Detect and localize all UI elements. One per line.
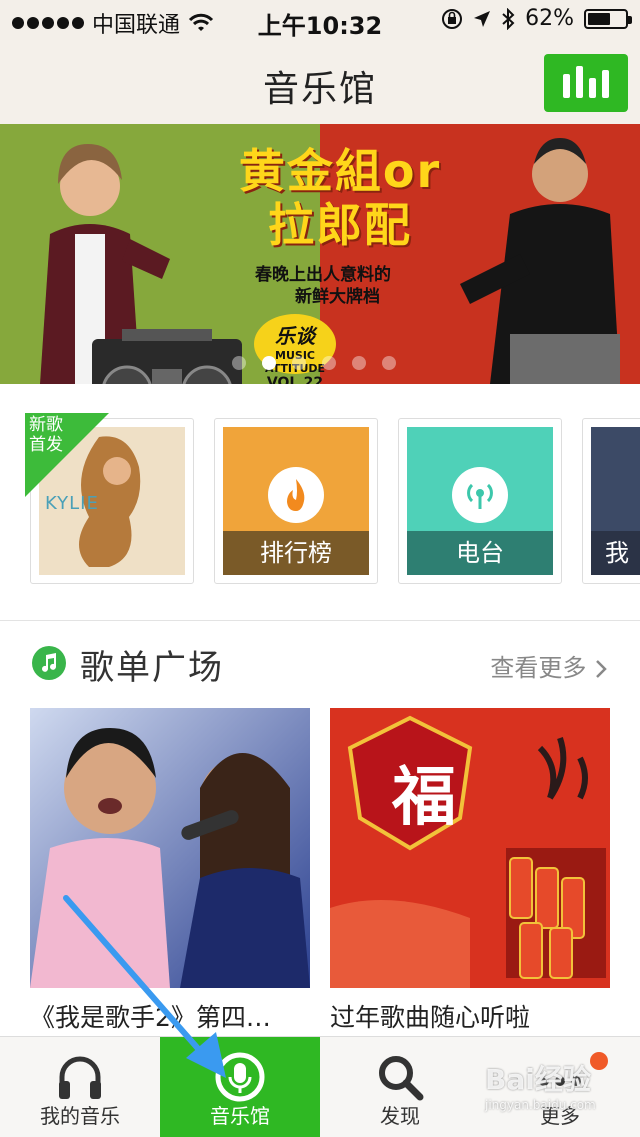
chart-card[interactable]: 排行榜	[214, 418, 378, 584]
subline-2: 新鲜大牌档	[295, 287, 380, 307]
my-label: 我	[591, 531, 640, 575]
section-title: 歌单广场	[80, 648, 224, 688]
tab-more[interactable]: 更多	[480, 1037, 640, 1137]
playlist-card[interactable]: 《我是歌手2》第四…	[30, 708, 310, 1034]
ribbon-text: 新歌 首发	[29, 415, 63, 455]
battery-icon	[584, 8, 632, 29]
page-dot[interactable]	[352, 356, 366, 370]
banner-page-indicator[interactable]	[232, 356, 396, 370]
section-divider	[0, 620, 640, 621]
radio-label: 电台	[407, 531, 553, 575]
headline-line-1: 黄金組	[238, 144, 383, 198]
fu-character: 福	[392, 760, 456, 835]
page-dot[interactable]	[322, 356, 336, 370]
page-dot[interactable]	[292, 356, 306, 370]
badge-vol: VOL.22	[266, 375, 324, 384]
new-ribbon: 新歌 首发	[25, 413, 109, 497]
tab-my-music[interactable]: 我的音乐	[0, 1037, 160, 1137]
new-releases-card[interactable]: KYLIE 新歌 首发	[25, 413, 194, 584]
new-year-cover-image	[330, 708, 610, 988]
playlist-cover: 福	[330, 708, 610, 988]
ribbon-line-2: 首发	[29, 435, 63, 455]
my-tile: 我	[591, 427, 640, 575]
equalizer-icon	[563, 74, 570, 98]
view-more-text: 查看更多	[490, 654, 587, 682]
badge-logo: 乐谈	[275, 324, 315, 348]
chart-tile: 排行榜	[223, 427, 369, 575]
male-singer-image	[460, 138, 620, 384]
page-dot[interactable]	[232, 356, 246, 370]
boombox-image	[92, 329, 242, 384]
radio-card[interactable]: 电台	[398, 418, 562, 584]
promo-banner[interactable]: 黄金組or 拉郎配 春晚上出人意料的 新鲜大牌档 乐谈 MUSIC ATTITU…	[0, 124, 640, 384]
nav-bar: 音乐馆	[0, 40, 640, 124]
headline-or: or	[382, 144, 442, 198]
notification-badge	[590, 1052, 608, 1070]
tab-label: 发现	[380, 1104, 420, 1128]
more-dots-icon	[539, 1076, 581, 1086]
rotation-lock-icon	[442, 8, 463, 29]
status-bar: 中国联通 上午10:32 62%	[0, 0, 640, 40]
bluetooth-icon	[502, 7, 515, 30]
quick-entry-row: KYLIE 新歌 首发 排行榜 电台 我	[0, 384, 640, 620]
music-hall-icon	[215, 1052, 265, 1102]
singers-cover-image	[30, 708, 310, 988]
tab-music-hall[interactable]: 音乐馆	[160, 1037, 320, 1137]
my-card[interactable]: 我	[582, 418, 640, 584]
flame-icon	[268, 467, 324, 523]
banner-subline: 春晚上出人意料的 新鲜大牌档	[255, 264, 455, 308]
playlist-card[interactable]: 福 过年歌曲随心听啦	[330, 708, 610, 1034]
chevron-right-icon	[596, 660, 607, 678]
headphones-icon	[59, 1056, 101, 1099]
tab-label: 我的音乐	[40, 1104, 120, 1128]
tab-bar: 我的音乐 音乐馆 发现 更多	[0, 1036, 640, 1137]
headline-line-2: 拉郎配	[268, 198, 412, 252]
tab-label: 音乐馆	[210, 1104, 270, 1128]
playlist-title: 过年歌曲随心听啦	[330, 1003, 531, 1032]
view-more-link[interactable]: 查看更多	[490, 648, 608, 683]
radio-tile: 电台	[407, 427, 553, 575]
page-dot[interactable]	[382, 356, 396, 370]
search-icon	[379, 1056, 424, 1101]
chart-label: 排行榜	[223, 531, 369, 575]
playlist-title: 《我是歌手2》第四…	[30, 1003, 271, 1032]
tab-discover[interactable]: 发现	[320, 1037, 480, 1137]
location-arrow-icon	[474, 10, 491, 27]
banner-headline: 黄金組or 拉郎配	[210, 144, 470, 252]
music-note-icon	[32, 646, 66, 680]
ribbon-line-1: 新歌	[29, 415, 63, 435]
tab-label: 更多	[540, 1104, 580, 1128]
radio-broadcast-icon	[452, 467, 508, 523]
equalizer-button[interactable]	[544, 54, 628, 112]
battery-percent: 62%	[525, 6, 574, 31]
status-right: 62%	[441, 6, 632, 31]
subline-1: 春晚上出人意料的	[255, 265, 391, 285]
playlist-cover	[30, 708, 310, 988]
page-dot-active[interactable]	[262, 356, 276, 370]
playlist-section-header: 歌单广场 查看更多	[0, 636, 640, 692]
